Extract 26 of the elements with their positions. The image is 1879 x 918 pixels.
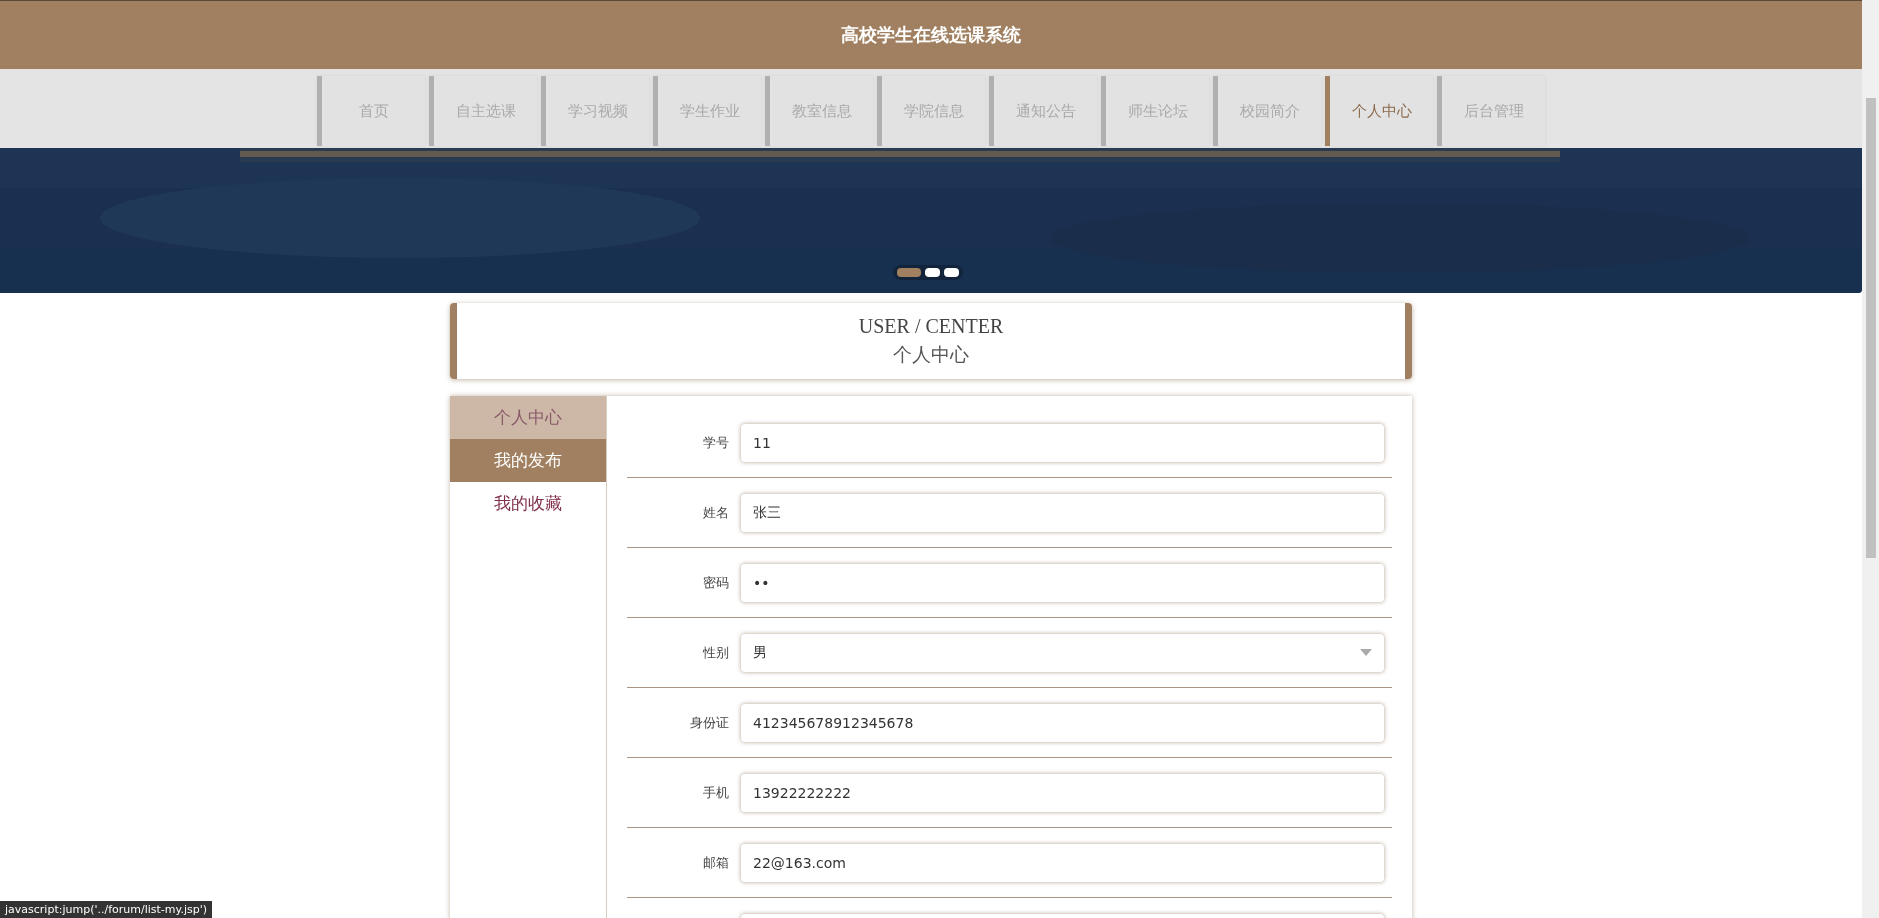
input-field[interactable]: 11 <box>741 423 1384 462</box>
field-label: 手机 <box>702 783 729 802</box>
nav-tab[interactable]: 校园简介 <box>1213 76 1321 146</box>
field-label: 邮箱 <box>702 853 729 872</box>
scrollbar[interactable] <box>1862 0 1879 918</box>
section-subtitle: 个人中心 <box>893 342 969 367</box>
field-label: 性别 <box>702 643 729 662</box>
site-title: 高校学生在线选课系统 <box>841 23 1021 47</box>
select-field[interactable]: 男 <box>741 633 1384 672</box>
input-field[interactable]: 22@163.com <box>741 843 1384 882</box>
input-field[interactable]: 13922222222 <box>741 773 1384 812</box>
field-label: 学号 <box>702 433 729 452</box>
field-label: 姓名 <box>702 503 729 522</box>
field-label: 密码 <box>702 573 729 592</box>
nav-tab[interactable]: 个人中心 <box>1325 76 1433 146</box>
side-menu-item[interactable]: 个人中心 <box>450 396 606 439</box>
input-field[interactable]: 412345678912345678 <box>741 703 1384 742</box>
input-field[interactable]: 张三 <box>741 493 1384 532</box>
field-label: 身份证 <box>689 713 729 732</box>
status-url: javascript:jump('../forum/list-my.jsp') <box>0 901 213 918</box>
side-menu-item[interactable]: 我的收藏 <box>450 482 606 525</box>
input-field[interactable]: •• <box>741 563 1384 602</box>
caret-icon <box>1360 649 1372 656</box>
nav-tab[interactable]: 学生作业 <box>653 76 761 146</box>
section-title: USER / CENTER <box>858 314 1004 338</box>
side-menu-item[interactable]: 我的发布 <box>450 439 606 482</box>
